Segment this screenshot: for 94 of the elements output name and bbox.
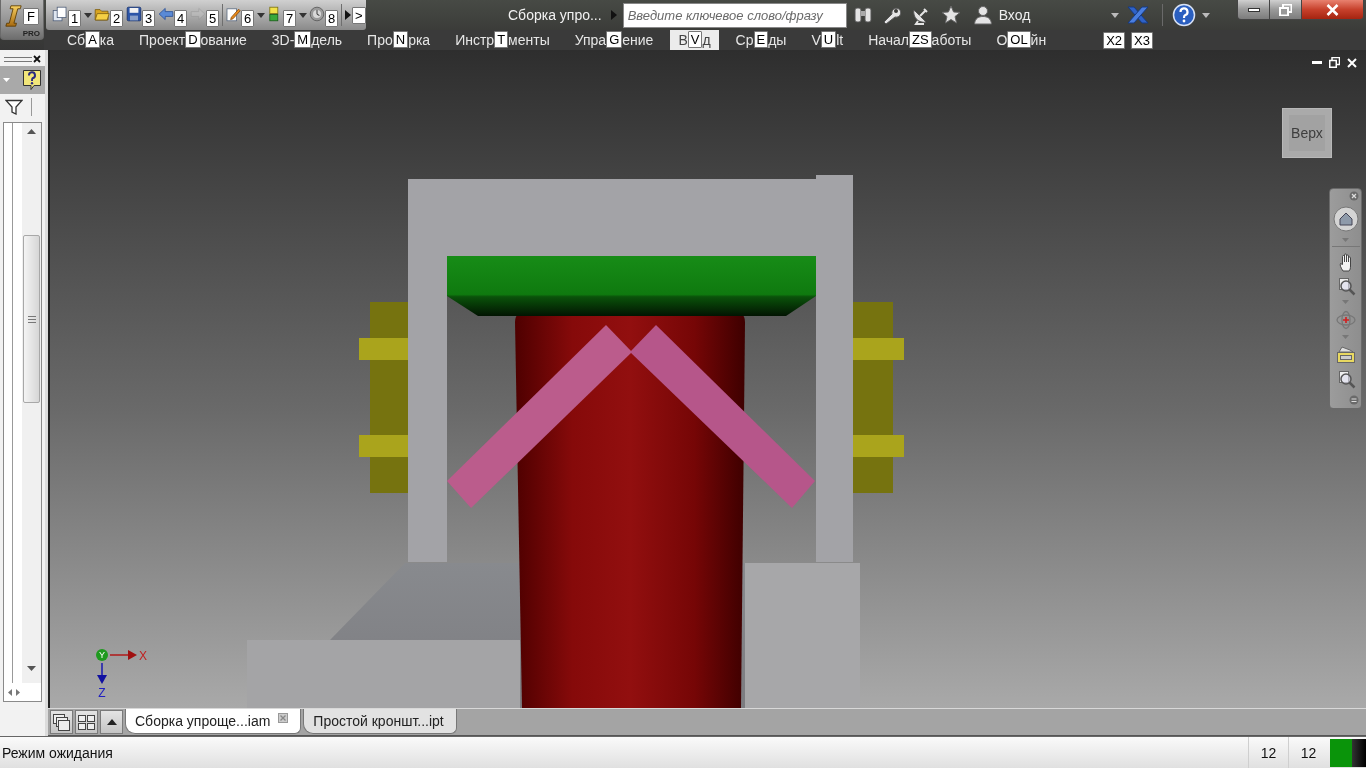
keytip: 8 (325, 10, 339, 27)
document-pencil-icon[interactable] (225, 6, 241, 22)
document-tab[interactable]: Простой кроншт...ipt (303, 709, 457, 734)
keytip: 1 (68, 10, 82, 27)
status-message: Режим ожидания (2, 744, 113, 761)
keytip: E (753, 31, 769, 48)
axis-label: Y (96, 649, 108, 661)
caret-icon[interactable] (257, 12, 265, 18)
minimize-icon[interactable] (1312, 60, 1322, 65)
x-axis-arrow (109, 650, 137, 660)
keytip: V (687, 31, 703, 48)
document-tab[interactable]: Сборка упроще...iam (125, 709, 302, 734)
ribbon-tab[interactable]: Сб A ка (59, 30, 123, 50)
gripper-icon[interactable] (4, 56, 32, 62)
dial-icon[interactable] (309, 6, 325, 22)
status-count: 12 (1248, 737, 1288, 768)
star-icon[interactable] (940, 5, 961, 25)
undo-icon[interactable] (158, 6, 174, 22)
cascade-windows-icon (53, 713, 70, 731)
z-axis-arrow (97, 662, 107, 684)
ribbon-tab[interactable]: Начал ZS аботы (860, 30, 980, 50)
menu-icon[interactable] (1349, 395, 1359, 405)
scroll-down-icon[interactable] (27, 666, 36, 671)
status-indicator-icon (1330, 739, 1366, 767)
search-field[interactable]: Введите ключевое слово/фразу (622, 2, 847, 28)
tab-list-button[interactable] (100, 710, 123, 734)
maximize-button[interactable] (1270, 0, 1302, 20)
help-icon[interactable] (22, 69, 42, 91)
status-count: 12 (1288, 737, 1328, 768)
scroll-up-icon[interactable] (27, 129, 36, 134)
ribbon-tab[interactable]: Ср E ды (727, 30, 795, 50)
ribbon-tab[interactable]: Про N рка (359, 30, 439, 50)
keytip: ZS (909, 31, 932, 48)
keytip: X3 (1131, 32, 1153, 49)
caret-icon[interactable] (299, 12, 307, 18)
keytip: OL (1007, 31, 1031, 48)
scroll-thumb[interactable] (23, 235, 40, 403)
more-arrow-icon[interactable] (344, 8, 352, 22)
ribbon-tab[interactable]: В V д (670, 30, 719, 50)
window-title: Сборка упро... (508, 7, 602, 23)
ribbon-tab[interactable]: 3D- M дель (263, 30, 351, 50)
grip-icon (27, 315, 36, 323)
keytip: D (185, 31, 201, 48)
restore-icon[interactable] (1329, 57, 1340, 68)
keytip: 5 (206, 10, 220, 27)
keytip: > (352, 7, 366, 24)
house-disc-icon[interactable] (1332, 206, 1359, 232)
cascade-button[interactable] (50, 710, 73, 734)
minimize-icon (1247, 7, 1260, 12)
filter-icon[interactable] (5, 99, 23, 115)
folder-icon[interactable] (94, 6, 110, 22)
ribbon-tab[interactable]: Упра G ение (566, 30, 662, 50)
close-icon[interactable] (33, 55, 41, 63)
frame-icon[interactable] (1335, 346, 1356, 364)
axis-label: X (139, 649, 147, 663)
keytip: 6 (241, 10, 255, 27)
keytip: 3 (142, 10, 156, 27)
logo-icon (5, 4, 22, 28)
close-icon (1326, 3, 1339, 16)
restore-icon (1279, 3, 1292, 16)
keytip: N (392, 31, 409, 48)
keytip: 2 (110, 10, 124, 27)
user-icon[interactable] (972, 5, 993, 25)
keytip: T (494, 31, 509, 48)
keytip: 7 (283, 10, 297, 27)
application-button[interactable]: F PRO (0, 0, 44, 40)
scrollbar[interactable] (22, 123, 41, 683)
ribbon-tab[interactable]: V U lt (803, 30, 852, 50)
close-button[interactable] (1302, 0, 1364, 20)
minimize-button[interactable] (1237, 0, 1270, 20)
keytip: F (23, 8, 39, 25)
ribbon-tab[interactable]: Инстр T менты (447, 30, 558, 50)
ribbon-tab[interactable]: О OL йн (988, 30, 1055, 50)
caret-icon[interactable] (1111, 12, 1119, 18)
keytip: A (85, 31, 100, 48)
keytip: 4 (174, 10, 188, 27)
ribbon-tab[interactable]: Проект D ование (131, 30, 255, 50)
caret-icon[interactable] (1202, 12, 1210, 18)
binoculars-icon[interactable] (852, 6, 873, 24)
keytip: G (606, 31, 623, 48)
tile-windows-icon (78, 714, 95, 730)
scroll-right-icon[interactable] (16, 688, 20, 696)
axis-label: Z (98, 686, 106, 700)
keytip: M (294, 31, 312, 48)
keytip: X2 (1103, 32, 1126, 49)
caret-up-icon (106, 719, 117, 725)
x-logo-icon[interactable] (1127, 6, 1149, 24)
sign-in-button[interactable]: Вход (998, 7, 1031, 23)
tile-button[interactable] (75, 710, 98, 734)
caret-icon[interactable] (84, 12, 92, 18)
document-icon[interactable] (52, 6, 68, 22)
keytip: U (820, 31, 837, 48)
scroll-left-icon[interactable] (8, 688, 12, 696)
view-cube[interactable]: Верх (1283, 109, 1331, 157)
